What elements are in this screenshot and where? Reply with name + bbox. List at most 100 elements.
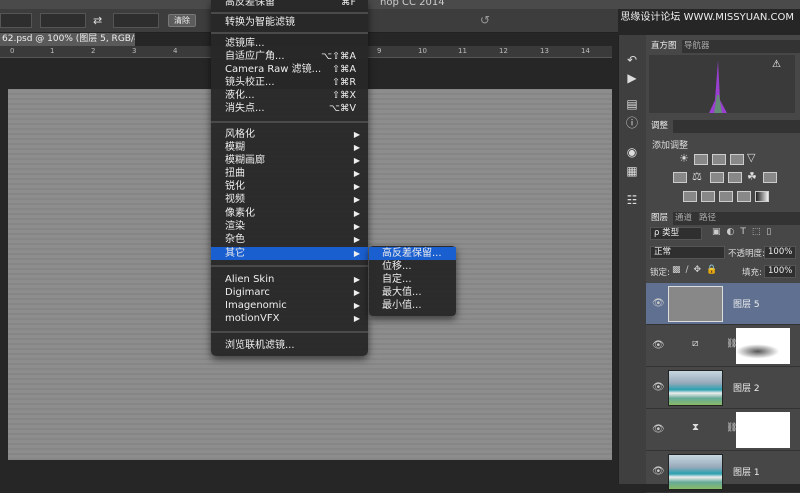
levels-icon[interactable] [694,154,708,165]
menu-item-sharpen[interactable]: 锐化 ▶ [211,180,368,193]
histogram-chart: ⚠ [649,55,795,113]
rotate-reset-icon[interactable]: ↺ [480,13,490,27]
swap-icon[interactable]: ⇄ [93,14,102,27]
menu-separator [211,331,368,333]
menu-item-video[interactable]: 视频 ▶ [211,193,368,206]
threshold-icon[interactable] [719,191,733,202]
ruler-tick: 0 [10,47,15,55]
channel-mixer-icon[interactable]: ☘ [747,170,757,183]
menu-item-pixelate[interactable]: 像素化 ▶ [211,207,368,220]
submenu-item-maximum[interactable]: 最大值... [369,286,456,299]
layer-row[interactable]: 👁 图层 2 [646,367,800,409]
posterize-icon[interactable] [701,191,715,202]
menu-item-digimarc[interactable]: Digimarc ▶ [211,286,368,299]
properties-icon[interactable]: ▤ [624,97,640,111]
grid-icon[interactable]: ▦ [624,164,640,178]
layer-filter-select[interactable]: ρ 类型 [650,227,702,240]
submenu-item-minimum[interactable]: 最小值... [369,299,456,312]
exposure-icon[interactable] [730,154,744,165]
swatches-icon[interactable]: ◉ [624,145,640,159]
opacity-field[interactable]: 100% [764,246,796,259]
menu-item-alien-skin[interactable]: Alien Skin ▶ [211,273,368,286]
menu-item-convert-smart[interactable]: 转换为智能滤镜 [211,16,368,29]
menu-separator [211,265,368,267]
panel-icon-strip: ↶ ▶ ▤ ⓘ ◉ ▦ ☷ [618,35,646,484]
layer-row[interactable]: 👁 ⧗ ⛓ [646,409,800,451]
tab-navigator[interactable]: 导航器 [679,40,715,53]
color-balance-icon[interactable]: ⚖ [692,170,702,183]
menu-item-lens-correction[interactable]: 镜头校正... ⇧⌘R [211,76,368,89]
visibility-eye-icon[interactable]: 👁 [652,424,665,435]
blend-mode-select[interactable]: 正常 [650,246,725,259]
visibility-eye-icon[interactable]: 👁 [652,382,665,393]
ruler-tick: 12 [499,47,508,55]
actions-play-icon[interactable]: ▶ [624,71,640,85]
lock-icons[interactable]: ▩∕✥🔒 [672,265,722,275]
menu-item-imagenomic[interactable]: Imagenomic ▶ [211,299,368,312]
submenu-item-high-pass[interactable]: 高反差保留... [369,247,456,260]
visibility-eye-icon[interactable]: 👁 [652,466,665,477]
menu-item-stylize[interactable]: 风格化 ▶ [211,128,368,141]
menu-item-adaptive-wide-angle[interactable]: 自适应广角... ⌥⇧⌘A [211,50,368,63]
visibility-eye-icon[interactable]: 👁 [652,340,665,351]
ruler-tick: 3 [132,47,137,55]
ruler-tick: 2 [91,47,96,55]
ruler-tick: 13 [540,47,549,55]
info-icon[interactable]: ⓘ [624,116,640,130]
menu-item-browse-online[interactable]: 浏览联机滤镜... [211,339,368,352]
submenu-item-offset[interactable]: 位移... [369,260,456,273]
tab-layers[interactable]: 图层 [646,212,674,225]
selective-color-icon[interactable] [737,191,751,202]
visibility-eye-icon[interactable]: 👁 [652,298,665,309]
right-panels: 直方图 导航器 ⚠ 调整 添加调整 ☀ ▽ ⚖ ☘ 图层 通道 路径 ρ 类型 … [646,35,800,493]
tool-presets-icon[interactable]: ☷ [624,193,640,207]
menu-item-filter-gallery[interactable]: 滤镜库... [211,37,368,50]
menu-item-noise[interactable]: 杂色 ▶ [211,233,368,246]
fill-label: 填充: [742,268,762,278]
menu-item-distort[interactable]: 扭曲 ▶ [211,167,368,180]
warning-icon[interactable]: ⚠ [772,59,781,70]
black-white-icon[interactable] [710,172,724,183]
brightness-icon[interactable]: ☀ [679,152,689,165]
adjustment-layer-icon: ⧗ [692,422,700,433]
clear-button[interactable]: 清除 [168,14,196,27]
menu-item-motionvfx[interactable]: motionVFX ▶ [211,312,368,325]
ruler-tick: 10 [418,47,427,55]
tab-paths[interactable]: 路径 [694,212,721,225]
layer-row[interactable]: 👁 ⧄ ⛓ [646,325,800,367]
layers-tabs: 图层 通道 路径 [646,212,800,225]
preset-select[interactable] [0,13,32,28]
layer-mask-thumbnail [736,328,790,364]
menu-item-render[interactable]: 渲染 ▶ [211,220,368,233]
gradient-map-icon[interactable] [755,191,769,202]
vibrance-icon[interactable]: ▽ [747,151,755,164]
curves-icon[interactable] [712,154,726,165]
layer-thumbnail [668,454,723,490]
menu-item-camera-raw[interactable]: Camera Raw 滤镜... ⇧⌘A [211,63,368,76]
fill-field[interactable]: 100% [764,265,796,278]
color-lookup-icon[interactable] [763,172,777,183]
menu-item-vanishing-point[interactable]: 消失点... ⌥⌘V [211,102,368,115]
tab-histogram[interactable]: 直方图 [646,40,682,53]
tab-channels[interactable]: 通道 [670,212,697,225]
height-field[interactable] [113,13,159,28]
history-icon[interactable]: ↶ [624,53,640,67]
menu-item-blur[interactable]: 模糊 ▶ [211,141,368,154]
layer-thumbnail [668,286,723,322]
hue-saturation-icon[interactable] [673,172,687,183]
layer-row[interactable]: 👁 图层 5 [646,283,800,325]
photo-filter-icon[interactable] [728,172,742,183]
layer-row[interactable]: 👁 图层 1 [646,451,800,493]
invert-icon[interactable] [683,191,697,202]
tab-adjustments[interactable]: 调整 [646,120,674,133]
filter-menu: 高反差保留 ⌘F 转换为智能滤镜 滤镜库... 自适应广角... ⌥⇧⌘A Came… [211,0,368,356]
document-tab[interactable]: 62.psd @ 100% (图层 5, RGB/8) * [0,33,135,46]
layer-filter-icons[interactable]: ▣◐T⬚▯ [712,227,777,237]
submenu-item-custom[interactable]: 自定... [369,273,456,286]
menu-item-last-filter[interactable]: 高反差保留 ⌘F [211,0,368,9]
menu-item-blur-gallery[interactable]: 模糊画廊 ▶ [211,154,368,167]
menu-item-other[interactable]: 其它 ▶ [211,247,368,260]
width-field[interactable] [40,13,86,28]
menu-item-liquify[interactable]: 液化... ⇧⌘X [211,89,368,102]
ruler-tick: 11 [458,47,467,55]
